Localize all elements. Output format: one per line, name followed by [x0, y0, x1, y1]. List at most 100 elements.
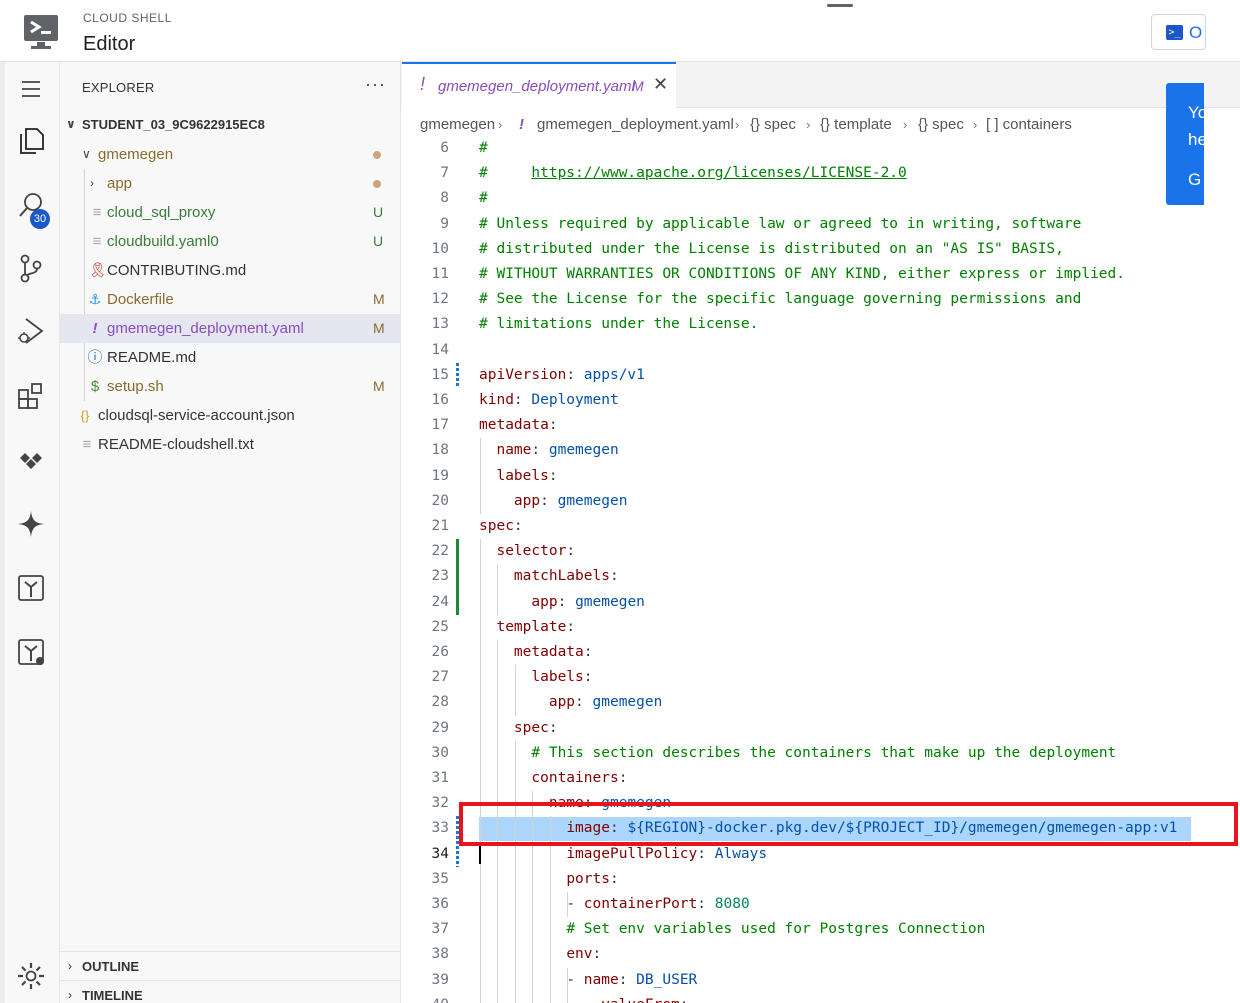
code-line[interactable]: 30 # This section describes the containe…: [401, 741, 1240, 766]
drag-handle[interactable]: [827, 4, 853, 7]
yaml-key: app: [513, 492, 541, 509]
code-text: # Unless required by applicable law or a…: [479, 212, 1081, 237]
line-number: 14: [431, 341, 449, 358]
code-line[interactable]: 40 valueFrom:: [401, 993, 1240, 1003]
workspace-root[interactable]: ∨ STUDENT_03_9C9622915EC8: [60, 110, 400, 139]
tab-gmemegen-deployment[interactable]: ! gmemegen_deployment.yaml M ✕: [402, 62, 676, 108]
shell-icon: $: [90, 378, 100, 395]
breadcrumb-item[interactable]: {} template: [820, 110, 892, 140]
yaml-value: gmemegen: [557, 492, 628, 509]
tree-item-cloudbuild[interactable]: ≡ cloudbuild.yaml0 U: [60, 227, 400, 256]
line-number: 9: [440, 215, 449, 232]
yaml-key: containers: [531, 770, 619, 786]
code-line[interactable]: 26 metadata:: [401, 640, 1240, 665]
yaml-key: app: [548, 694, 576, 711]
close-icon[interactable]: ✕: [653, 74, 668, 95]
code-line[interactable]: 20 app: gmemegen: [401, 489, 1240, 514]
code-text: spec:: [479, 514, 523, 539]
gemini-icon[interactable]: [15, 508, 47, 540]
tree-item-setup-sh[interactable]: $ setup.sh M: [60, 372, 400, 401]
code-line[interactable]: 7 # https://www.apache.org/licenses/LICEN…: [401, 161, 1240, 186]
code-line[interactable]: 35 ports:: [401, 867, 1240, 892]
code-text: # distributed under the License is distr…: [479, 237, 1064, 262]
code-line[interactable]: 39 - name: DB_USER: [401, 968, 1240, 993]
code-line[interactable]: 19 labels:: [401, 464, 1240, 489]
code-line[interactable]: 27 labels:: [401, 665, 1240, 690]
chevron-right-icon: ›: [498, 117, 503, 132]
notification-text: Yo: [1188, 103, 1204, 122]
breadcrumb-item[interactable]: {} spec: [918, 110, 964, 140]
tree-item-cloudsql-json[interactable]: {} cloudsql-service-account.json: [60, 401, 400, 430]
code-text: # WITHOUT WARRANTIES OR CONDITIONS OF AN…: [479, 262, 1125, 287]
code-line[interactable]: 38 env:: [401, 942, 1240, 967]
code-text: valueFrom:: [479, 993, 688, 1003]
code-line[interactable]: 18 name: gmemegen: [401, 438, 1240, 463]
code-line[interactable]: 28 app: gmemegen: [401, 690, 1240, 715]
breadcrumb-item[interactable]: gmemegen: [420, 110, 495, 140]
breadcrumb-item[interactable]: [ ] containers: [986, 110, 1072, 140]
extensions-icon[interactable]: [15, 380, 47, 412]
open-terminal-button[interactable]: >_ O: [1151, 14, 1206, 50]
cloud-code-icon[interactable]: [15, 444, 47, 476]
code-line[interactable]: 15 apiVersion: apps/v1: [401, 363, 1240, 388]
code-line[interactable]: 11 # WITHOUT WARRANTIES OR CONDITIONS OF …: [401, 262, 1240, 287]
more-actions-button[interactable]: ···: [365, 74, 386, 95]
code-text: app: gmemegen: [479, 690, 663, 715]
code-line[interactable]: 22 selector:: [401, 539, 1240, 564]
chevron-right-icon: ›: [68, 988, 72, 1002]
code-line[interactable]: 8 #: [401, 186, 1240, 211]
tree-item-contributing[interactable]: 🎗 CONTRIBUTING.md: [60, 256, 400, 285]
breadcrumb-item[interactable]: {} spec: [750, 110, 796, 140]
yaml-value: DB_USER: [636, 971, 698, 988]
code-line[interactable]: 37 # Set env variables used for Postgres…: [401, 917, 1240, 942]
terminal-icon: >_: [1166, 25, 1183, 40]
code-punct: -: [566, 896, 584, 912]
timeline-section[interactable]: › TIMELINE: [60, 980, 400, 1003]
outline-section[interactable]: › OUTLINE: [60, 951, 400, 980]
breadcrumb-item[interactable]: gmemegen_deployment.yaml: [537, 110, 734, 140]
menu-icon[interactable]: [15, 73, 47, 105]
git-change-marker[interactable]: [456, 362, 459, 388]
line-number: 29: [431, 719, 449, 736]
explorer-icon[interactable]: [15, 125, 47, 157]
tree-item-readme-cloudshell[interactable]: ≡ README-cloudshell.txt: [60, 430, 400, 459]
code-line[interactable]: 21 spec:: [401, 514, 1240, 539]
code-line[interactable]: 13 # limitations under the License.: [401, 312, 1240, 337]
git-change-marker[interactable]: [456, 539, 459, 615]
tree-item-gmemegen-deployment[interactable]: ! gmemegen_deployment.yaml M: [60, 314, 400, 343]
code-editor[interactable]: 6 #7 # https://www.apache.org/licenses/LIC…: [401, 140, 1240, 1003]
code-line[interactable]: 12 # See the License for the specific lan…: [401, 287, 1240, 312]
code-line[interactable]: 24 app: gmemegen: [401, 590, 1240, 615]
terraform-icon[interactable]: [15, 572, 47, 604]
code-line[interactable]: 23 matchLabels:: [401, 564, 1240, 589]
notification-popup[interactable]: Yo he G: [1166, 83, 1204, 205]
code-line[interactable]: 14: [401, 338, 1240, 363]
code-line[interactable]: 9 # Unless required by applicable law or …: [401, 212, 1240, 237]
terraform-cloud-icon[interactable]: [15, 636, 47, 668]
info-icon: ⓘ: [87, 349, 103, 366]
code-line[interactable]: 31 containers:: [401, 766, 1240, 791]
run-debug-icon[interactable]: [15, 315, 47, 347]
cloud-shell-editor: CLOUD SHELL Editor >_ O 30 EXPLORER ··· …: [0, 0, 1240, 1003]
code-line[interactable]: 10 # distributed under the License is dis…: [401, 237, 1240, 262]
source-control-icon[interactable]: [15, 252, 47, 284]
tree-item-readme[interactable]: ⓘ README.md: [60, 343, 400, 372]
yaml-value: gmemegen: [548, 442, 619, 459]
code-line[interactable]: 17 metadata:: [401, 413, 1240, 438]
code-line[interactable]: 36 - containerPort: 8080: [401, 892, 1240, 917]
code-line[interactable]: 6 #: [401, 140, 1240, 161]
code-link: https://www.apache.org/licenses/LICENSE-…: [531, 165, 907, 182]
yaml-icon: !: [519, 116, 524, 133]
settings-gear-icon[interactable]: [15, 960, 47, 992]
chevron-right-icon: ›: [68, 959, 72, 973]
tree-item-app[interactable]: › app: [60, 169, 400, 198]
tree-item-gmemegen[interactable]: ∨ gmemegen: [60, 140, 400, 169]
tree-item-cloud-sql-proxy[interactable]: ≡ cloud_sql_proxy U: [60, 198, 400, 227]
code-line[interactable]: 16 kind: Deployment: [401, 388, 1240, 413]
tree-item-dockerfile[interactable]: ⚓ Dockerfile M: [60, 285, 400, 314]
code-line[interactable]: 25 template:: [401, 615, 1240, 640]
line-number: 16: [431, 392, 449, 408]
line-number: 31: [431, 770, 449, 786]
code-line[interactable]: 29 spec:: [401, 716, 1240, 741]
line-number: 8: [440, 190, 449, 207]
